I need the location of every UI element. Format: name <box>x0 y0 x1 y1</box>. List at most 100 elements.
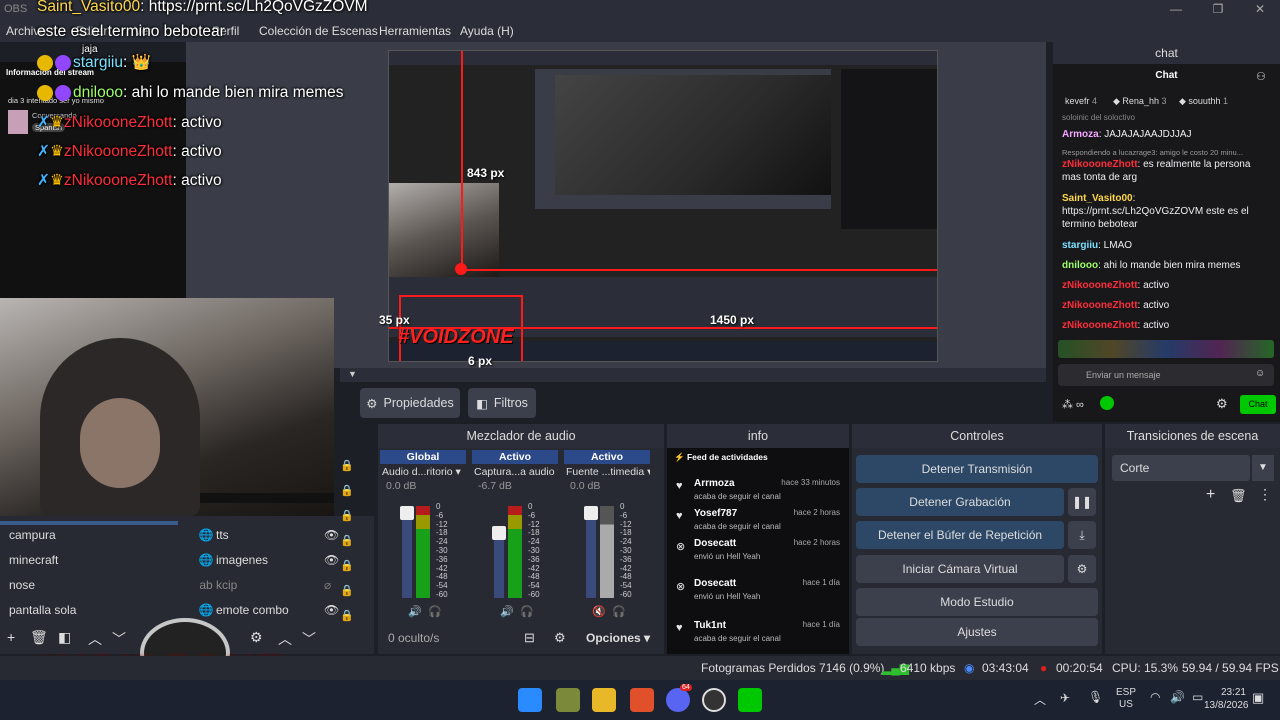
source-item[interactable]: 🌐 imagenes 👁 <box>196 548 360 573</box>
app-icon[interactable] <box>556 688 580 712</box>
eye-icon[interactable]: 👁 <box>324 523 339 548</box>
feed-item: ⊗ Dosecatt envió un Hell Yeah hace 2 horas <box>676 538 840 561</box>
chevron-up-icon[interactable]: ︿ <box>278 629 292 649</box>
headphones-icon[interactable]: 🎧 <box>428 605 442 618</box>
settings-button[interactable]: Ajustes <box>856 618 1098 646</box>
mixer-options-button[interactable]: Opciones ▾ <box>586 631 650 645</box>
slider-handle[interactable] <box>584 506 598 520</box>
wifi-icon[interactable]: ◠ <box>1150 690 1160 704</box>
lock-icon[interactable]: 🔒 <box>340 554 354 579</box>
mixer-channel-name[interactable]: Fuente ...timedia ▾ <box>564 464 650 480</box>
stop-record-button[interactable]: Detener Grabación <box>856 488 1064 516</box>
eye-hidden-icon[interactable]: ⌀ <box>324 573 331 598</box>
emote-icon[interactable]: ☺ <box>1255 368 1265 379</box>
volume-icon[interactable]: 🔊 <box>1170 690 1185 704</box>
minimize-icon[interactable]: — <box>1164 2 1188 16</box>
notification-icon[interactable]: ▣ <box>1252 690 1264 706</box>
gear-icon[interactable]: ⚙ <box>250 629 263 646</box>
speaker-muted-icon[interactable]: 🔇 <box>592 605 606 618</box>
download-icon[interactable]: ⤓ <box>1068 521 1096 549</box>
start-icon[interactable] <box>518 688 542 712</box>
kick-icon[interactable] <box>1100 396 1114 410</box>
mixer-channel-name[interactable]: Captura...a audio ▾ <box>472 464 558 480</box>
virtual-camera-button[interactable]: Iniciar Cámara Virtual <box>856 555 1064 583</box>
chevron-up-icon[interactable]: ︿ <box>88 629 102 649</box>
mic-icon[interactable]: 🎙 <box>1088 690 1103 704</box>
gear-icon[interactable]: ⚙ <box>1068 555 1096 583</box>
lock-icon[interactable]: 🔒 <box>340 529 354 554</box>
level-meter <box>416 506 430 598</box>
close-icon[interactable]: ✕ <box>1248 2 1272 16</box>
users-icon[interactable]: ⚇ <box>1256 70 1266 83</box>
stop-buffer-button[interactable]: Detener el Búfer de Repetición <box>856 521 1064 549</box>
add-icon[interactable]: + <box>1206 486 1215 504</box>
maximize-icon[interactable]: ❐ <box>1206 2 1230 16</box>
add-icon[interactable]: + <box>7 629 15 645</box>
eye-icon[interactable]: 👁 <box>324 548 339 573</box>
eye-icon[interactable]: 👁 <box>324 598 339 623</box>
more-icon[interactable]: ⋮ <box>1258 486 1272 503</box>
mixer-channel-head: Activo <box>472 450 558 464</box>
chevron-down-icon[interactable]: ▼ <box>348 369 357 379</box>
filters-button[interactable]: ◧ Filtros <box>468 388 536 418</box>
filter-icon[interactable]: ◧ <box>58 629 71 646</box>
discord-icon[interactable] <box>666 688 690 712</box>
top-users: kevefr 4 ◆ Rena_hh 3 ◆ souuthh 1 <box>1053 92 1280 112</box>
language-indicator[interactable]: ESP US <box>1116 687 1136 711</box>
lock-icon[interactable]: 🔒 <box>340 604 354 629</box>
obs-icon[interactable] <box>702 688 726 712</box>
network-tray-icon[interactable]: ✈ <box>1060 691 1070 705</box>
folder-icon[interactable] <box>592 688 616 712</box>
chevron-down-icon[interactable]: ﹀ <box>302 629 316 649</box>
scene-item[interactable]: campura <box>0 523 178 548</box>
source-item[interactable]: 🌐 tts 👁 <box>196 523 360 548</box>
headphones-icon[interactable]: 🎧 <box>612 605 626 618</box>
globe-icon: 🌐 <box>198 553 214 567</box>
trash-icon[interactable]: 🗑 <box>30 629 48 646</box>
scene-item[interactable]: nose <box>0 573 178 598</box>
lock-icon[interactable]: 🔒 <box>340 454 354 479</box>
mixer-channel-name[interactable]: Audio d...ritorio ▾ <box>380 464 466 480</box>
menu-ayuda[interactable]: Ayuda (H) <box>460 24 514 38</box>
source-item[interactable]: 🌐 emote combo 👁 <box>196 598 360 623</box>
chevron-down-icon[interactable]: ﹀ <box>112 629 126 649</box>
lock-icon[interactable]: 🔒 <box>340 579 354 604</box>
layout-icon[interactable]: ⊟ <box>524 630 535 646</box>
lock-icon[interactable]: 🔒 <box>340 479 354 504</box>
menu-herramientas[interactable]: Herramientas <box>379 24 451 38</box>
slider-handle[interactable] <box>492 526 506 540</box>
scene-item[interactable]: pantalla sola <box>0 598 178 623</box>
speaker-icon[interactable]: 🔊 <box>408 605 422 618</box>
chat-message: Armoza: JAJAJAJAAJDJJAJ <box>1062 129 1192 140</box>
kick-icon[interactable] <box>738 688 762 712</box>
battery-icon[interactable]: ▭ <box>1192 690 1203 704</box>
slider-handle[interactable] <box>400 506 414 520</box>
lock-icon[interactable]: 🔒 <box>340 504 354 529</box>
send-chat-button[interactable]: Chat <box>1240 395 1276 414</box>
webcam-feed <box>0 298 334 516</box>
gear-icon[interactable]: ⚙ <box>1216 396 1228 412</box>
clock[interactable]: 23:21 13/8/2026 <box>1204 686 1249 712</box>
headphones-icon[interactable]: 🎧 <box>520 605 534 618</box>
transition-select[interactable]: Corte <box>1112 455 1250 481</box>
preview-scroll[interactable]: ▼ <box>340 368 1046 382</box>
stop-stream-button[interactable]: Detener Transmisión <box>856 455 1098 483</box>
pause-icon[interactable]: ❚❚ <box>1068 488 1096 516</box>
scene-item[interactable]: minecraft <box>0 548 178 573</box>
points-icon[interactable]: ⁂ ∞ <box>1062 398 1084 411</box>
preview-canvas[interactable] <box>388 50 938 362</box>
source-item[interactable]: ab kcip ⌀ <box>196 573 360 598</box>
speaker-icon[interactable]: 🔊 <box>500 605 514 618</box>
trash-icon[interactable]: 🗑 <box>1230 488 1247 504</box>
gear-icon[interactable]: ⚙ <box>554 630 566 646</box>
chevron-up-icon[interactable]: ︿ <box>1034 691 1046 708</box>
transitions-title: Transiciones de escena <box>1105 424 1280 448</box>
chat-input[interactable]: Enviar un mensaje <box>1058 364 1274 386</box>
taskbar: 64 ︿ ✈ 🎙 ESP US ◠ 🔊 ▭ 23:21 13/8/2026 ▣ <box>0 680 1280 720</box>
brave-icon[interactable] <box>630 688 654 712</box>
menu-coleccion[interactable]: Colección de Escenas <box>259 24 378 38</box>
chevron-down-icon[interactable]: ▼ <box>1252 455 1274 481</box>
studio-mode-button[interactable]: Modo Estudio <box>856 588 1098 616</box>
properties-button[interactable]: ⚙ Propiedades <box>360 388 460 418</box>
record-icon: ● <box>1040 661 1048 675</box>
